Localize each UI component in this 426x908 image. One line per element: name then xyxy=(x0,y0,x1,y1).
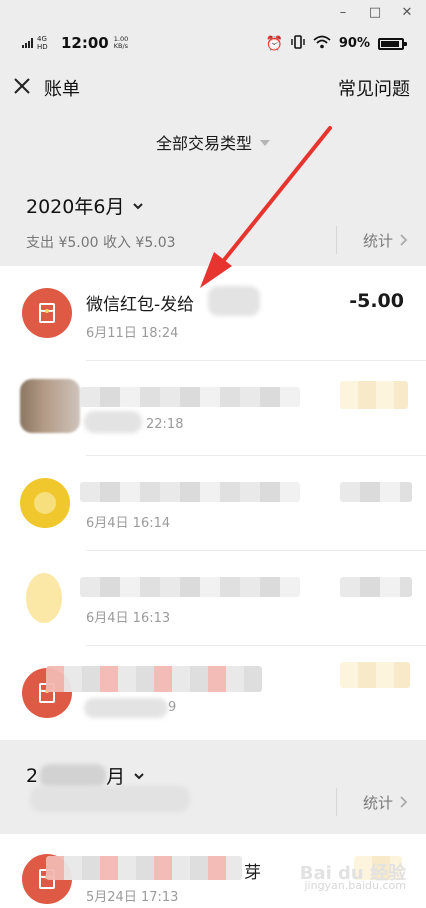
signal-icon xyxy=(22,38,33,48)
redacted-amount xyxy=(340,662,410,688)
month-selector[interactable]: 2020年6月 xyxy=(26,192,144,219)
item-time: 6月4日 16:14 xyxy=(86,516,171,531)
redacted-amount xyxy=(340,482,412,502)
item-time: 6月11日 18:24 xyxy=(86,326,179,341)
close-window-button[interactable]: ✕ xyxy=(398,4,416,22)
item-time: 5月24日 17:13 xyxy=(86,890,179,905)
window-titlebar: – □ ✕ xyxy=(0,0,426,26)
redacted-name xyxy=(208,286,260,316)
item-amount: -5.00 xyxy=(349,290,404,312)
redacted-title xyxy=(80,577,300,597)
wifi-icon xyxy=(313,35,331,52)
redacted-amount xyxy=(340,577,412,597)
battery-percent: 90% xyxy=(338,36,370,51)
status-bar: 4G HD 12:00 1.00 KB/s ⏰ 90% xyxy=(0,28,426,60)
stats-button[interactable]: 统计 xyxy=(335,788,408,816)
transaction-type-filter[interactable]: 全部交易类型 xyxy=(0,118,426,166)
nav-bar: 账单 常见问题 xyxy=(0,62,426,112)
caret-down-icon xyxy=(260,140,270,146)
maximize-button[interactable]: □ xyxy=(366,4,384,22)
list-item[interactable]: 微信红包-发给 6月11日 18:24 -5.00 xyxy=(0,266,426,361)
month-suffix: 月 xyxy=(106,766,126,788)
month-header: 2020年6月 支出 ¥5.00 收入 ¥5.03 统计 xyxy=(0,176,426,266)
item-title: 芽 xyxy=(244,863,261,883)
chevron-down-icon xyxy=(134,772,144,779)
list-item[interactable]: 22:18 xyxy=(0,361,426,456)
month-header: 2 月 统计 xyxy=(0,740,426,834)
baidu-watermark: Bai du 经验 jingyan.baidu.com xyxy=(299,863,406,892)
redacted-month xyxy=(40,763,107,788)
list-item[interactable]: 9 xyxy=(0,646,426,741)
close-icon[interactable] xyxy=(10,74,34,98)
month-title: 2 xyxy=(26,764,39,787)
pale-icon xyxy=(26,573,62,623)
redacted-amount xyxy=(340,381,408,409)
redacted-title xyxy=(46,856,242,880)
redacted-summary xyxy=(30,786,190,812)
month-title: 2020年6月 xyxy=(26,196,125,218)
item-time: 22:18 xyxy=(146,417,184,432)
item-title: 微信红包-发给 xyxy=(86,295,195,315)
list-item[interactable]: 6月4日 16:14 xyxy=(0,456,426,551)
transaction-list: 微信红包-发给 6月11日 18:24 -5.00 22:18 6月4日 16:… xyxy=(0,266,426,740)
month-summary: 支出 ¥5.00 收入 ¥5.03 xyxy=(26,235,176,251)
stats-label: 统计 xyxy=(362,231,393,250)
clock: 12:00 xyxy=(61,34,109,52)
alarm-icon: ⏰ xyxy=(265,35,283,52)
network-speed: 1.00 KB/s xyxy=(113,35,129,50)
network-type: 4G HD xyxy=(37,35,48,51)
redacted-title xyxy=(80,482,300,502)
faq-link[interactable]: 常见问题 xyxy=(338,75,410,101)
red-packet-icon xyxy=(22,288,72,338)
blurred-avatar xyxy=(20,379,80,433)
chevron-right-icon xyxy=(400,796,408,808)
stats-button[interactable]: 统计 xyxy=(335,226,408,254)
redacted-date xyxy=(84,698,168,718)
coin-icon xyxy=(20,478,70,528)
month-selector[interactable]: 2 月 xyxy=(26,762,145,789)
battery-icon xyxy=(378,37,407,50)
page-title: 账单 xyxy=(44,79,80,100)
redacted-title xyxy=(80,387,300,407)
redacted-date xyxy=(84,411,142,433)
vibrate-icon xyxy=(291,35,305,52)
list-item[interactable]: 6月4日 16:13 xyxy=(0,551,426,646)
stats-label: 统计 xyxy=(362,793,393,812)
redacted-title xyxy=(46,666,262,692)
item-time: 9 xyxy=(168,700,177,715)
chevron-down-icon xyxy=(133,202,144,209)
minimize-button[interactable]: – xyxy=(334,4,352,22)
item-time: 6月4日 16:13 xyxy=(86,611,171,626)
chevron-right-icon xyxy=(400,234,408,246)
filter-label: 全部交易类型 xyxy=(155,134,252,153)
